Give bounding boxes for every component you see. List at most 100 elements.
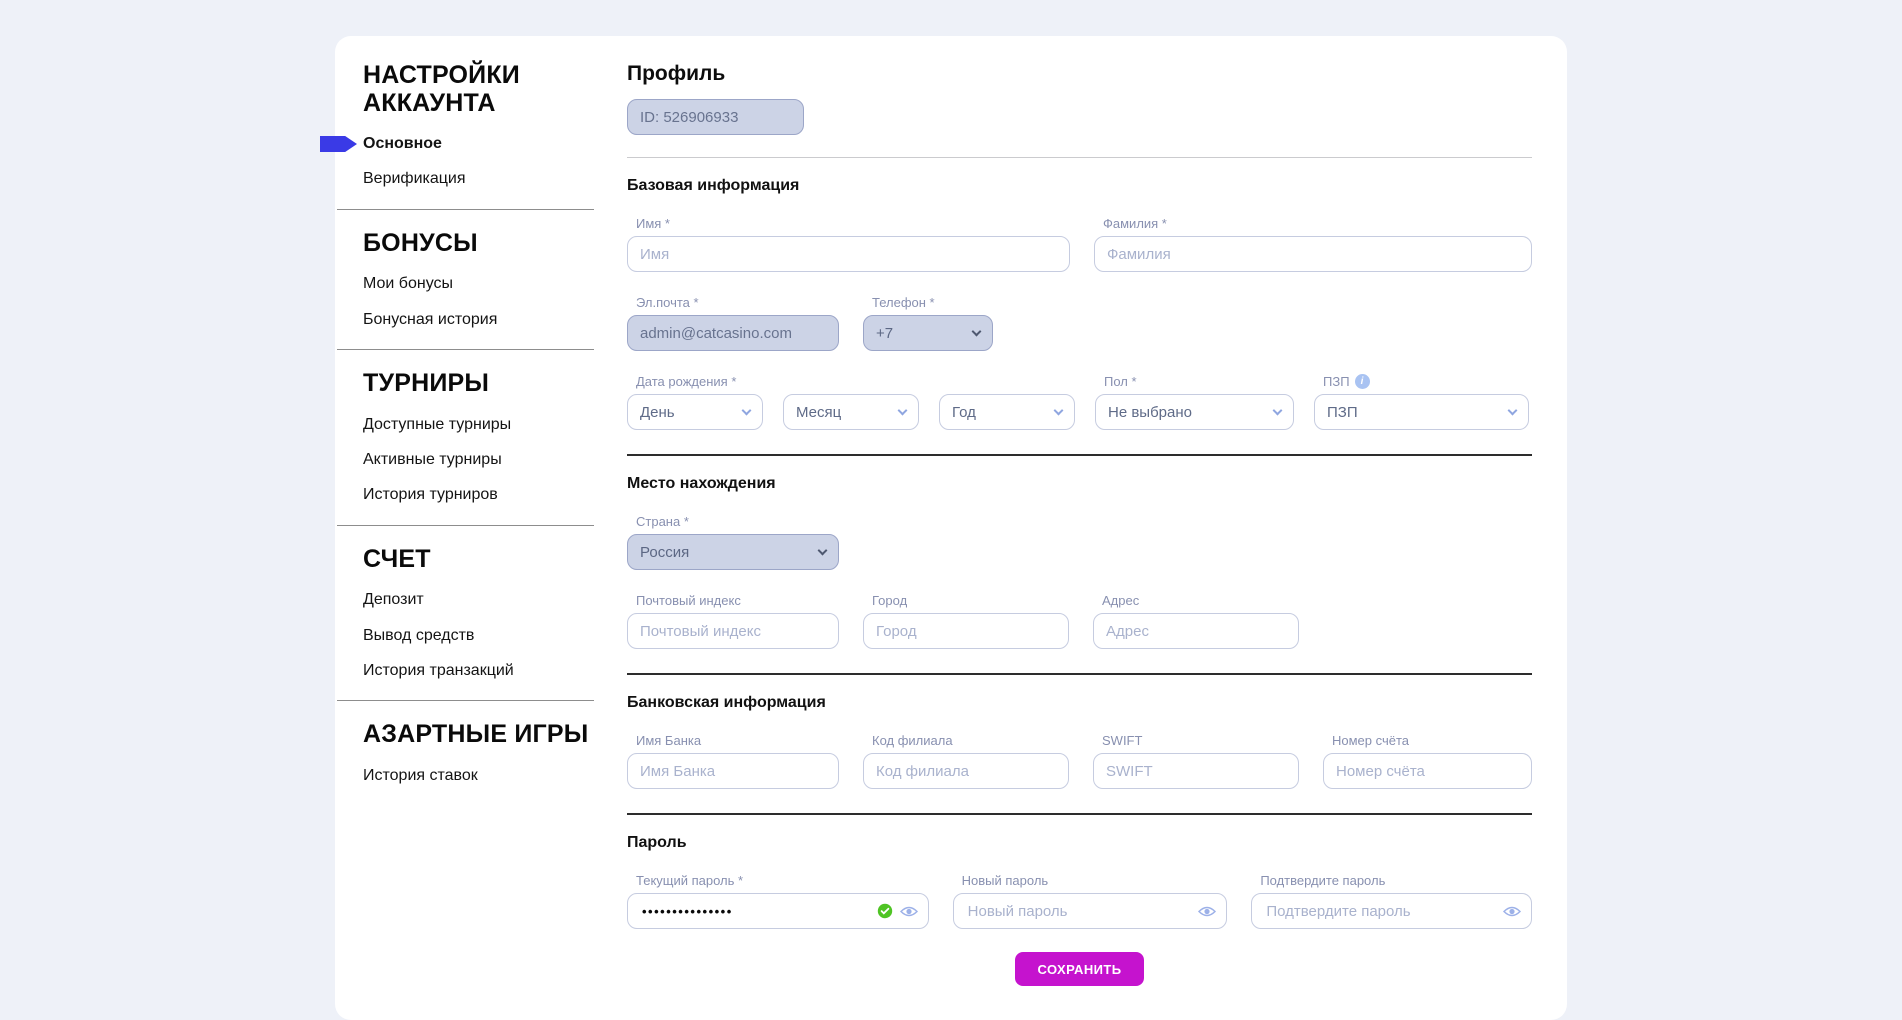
sidebar-item-withdrawal[interactable]: Вывод средств [363,627,593,645]
new-password-label: Новый пароль [962,873,1228,888]
branch-code-field-group: Код филиала [863,733,1069,789]
country-field-group: Страна * Россия [627,514,839,570]
chevron-down-icon [742,405,752,415]
sidebar-item-transaction-history[interactable]: История транзакций [363,662,593,680]
account-number-field-group: Номер счёта [1323,733,1532,789]
new-password-field-group: Новый пароль [953,873,1228,929]
eye-icon [1198,905,1216,918]
active-indicator-arrow-icon [320,136,357,152]
country-label: Страна * [636,514,839,529]
sidebar: НАСТРОЙКИ АККАУНТА Основное Верификация … [363,62,593,986]
sidebar-item-label: Бонусная история [363,311,497,328]
gender-select[interactable]: Не выбрано [1095,394,1294,430]
sidebar-item-label: Мои бонусы [363,275,453,292]
swift-input[interactable] [1093,753,1299,789]
address-label: Адрес [1102,593,1299,608]
sidebar-item-label: Активные турниры [363,451,502,468]
sidebar-item-label: Доступные турниры [363,416,511,433]
current-password-box [627,893,929,929]
current-password-field-group: Текущий пароль * [627,873,929,929]
sidebar-item-active-tournaments[interactable]: Активные турниры [363,451,593,469]
city-input[interactable] [863,613,1069,649]
toggle-password-visibility-button[interactable] [1503,905,1521,918]
sidebar-heading-account-settings: НАСТРОЙКИ АККАУНТА [363,62,593,117]
account-number-input[interactable] [1323,753,1532,789]
chevron-down-icon [972,326,982,336]
account-settings-card: НАСТРОЙКИ АККАУНТА Основное Верификация … [335,36,1567,1020]
confirm-password-label: Подтвердите пароль [1260,873,1532,888]
save-button[interactable]: СОХРАНИТЬ [1015,952,1145,986]
postal-code-label: Почтовый индекс [636,593,839,608]
first-name-field-group: Имя * [627,216,1070,272]
sidebar-divider [337,209,594,210]
toggle-password-visibility-button[interactable] [1198,905,1216,918]
new-password-input[interactable] [966,902,1199,921]
chevron-down-icon [1273,405,1283,415]
sidebar-item-label: Верификация [363,170,466,187]
sidebar-divider [337,525,594,526]
email-field [627,315,839,351]
bank-name-input[interactable] [627,753,839,789]
chevron-down-icon [818,545,828,555]
first-name-label: Имя * [636,216,1070,231]
branch-code-input[interactable] [863,753,1069,789]
section-title-password: Пароль [627,834,1532,852]
toggle-password-visibility-button[interactable] [900,905,918,918]
section-title-bank-info: Банковская информация [627,694,1532,712]
sidebar-item-bonus-history[interactable]: Бонусная история [363,311,593,329]
sidebar-item-deposit[interactable]: Депозит [363,591,593,609]
birth-day-field-group: Дата рождения * День [627,374,763,430]
sidebar-item-label: Основное [363,135,442,152]
divider [627,157,1532,158]
profile-form: Профиль Базовая информация Имя * Фамилия… [627,62,1532,986]
valid-check-icon [877,903,893,919]
section-title-basic-info: Базовая информация [627,177,1532,195]
branch-code-label: Код филиала [872,733,1069,748]
birth-month-select[interactable]: Месяц [783,394,919,430]
sidebar-item-label: История турниров [363,486,498,503]
eye-icon [900,905,918,918]
section-title-location: Место нахождения [627,475,1532,493]
birth-date-label: Дата рождения * [636,374,763,389]
info-icon[interactable]: i [1355,374,1370,389]
chevron-down-icon [898,405,908,415]
birth-day-value: День [640,404,675,421]
current-password-input[interactable] [640,903,877,920]
sidebar-item-label: Депозит [363,591,424,608]
birth-day-select[interactable]: День [627,394,763,430]
first-name-input[interactable] [627,236,1070,272]
birth-year-field-group: Год [939,394,1075,430]
sidebar-divider [337,700,594,701]
confirm-password-field-group: Подтвердите пароль [1251,873,1532,929]
postal-code-input[interactable] [627,613,839,649]
address-field-group: Адрес [1093,593,1299,649]
address-input[interactable] [1093,613,1299,649]
page-title: Профиль [627,62,1532,86]
confirm-password-box [1251,893,1532,929]
user-id-field [627,99,804,135]
sidebar-heading-bonuses: БОНУСЫ [363,230,593,258]
gender-value: Не выбрано [1108,404,1192,421]
sidebar-heading-tournaments: ТУРНИРЫ [363,370,593,398]
sidebar-item-bet-history[interactable]: История ставок [363,767,593,785]
sidebar-item-available-tournaments[interactable]: Доступные турниры [363,416,593,434]
sidebar-item-my-bonuses[interactable]: Мои бонусы [363,275,593,293]
gender-label: Пол * [1104,374,1294,389]
sidebar-item-verification[interactable]: Верификация [363,170,593,188]
confirm-password-input[interactable] [1264,902,1503,921]
sidebar-item-tournament-history[interactable]: История турниров [363,486,593,504]
pep-select[interactable]: ПЗП [1314,394,1529,430]
sidebar-heading-account: СЧЕТ [363,546,593,574]
sidebar-heading-gambling: АЗАРТНЫЕ ИГРЫ [363,721,593,749]
sidebar-item-main[interactable]: Основное [363,135,593,153]
phone-label: Телефон * [872,295,993,310]
postal-code-field-group: Почтовый индекс [627,593,839,649]
bank-name-label: Имя Банка [636,733,839,748]
birth-month-field-group: Месяц [783,394,919,430]
city-field-group: Город [863,593,1069,649]
sidebar-item-label: История транзакций [363,662,514,679]
birth-year-select[interactable]: Год [939,394,1075,430]
last-name-input[interactable] [1094,236,1532,272]
last-name-field-group: Фамилия * [1094,216,1532,272]
divider [627,454,1532,456]
